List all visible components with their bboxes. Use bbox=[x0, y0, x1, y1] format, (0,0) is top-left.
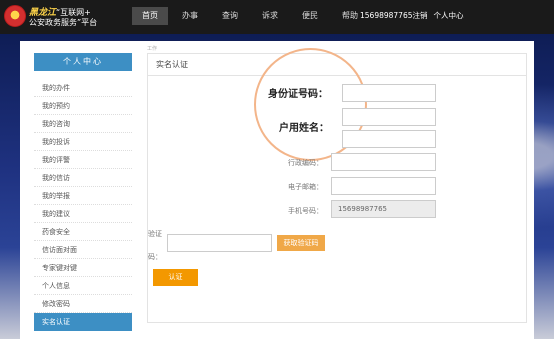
personal-center-link[interactable]: 个人中心 bbox=[434, 11, 464, 20]
site-logo[interactable]: 黑龙江“互联网+ 公安政务服务”平台 bbox=[4, 4, 124, 30]
sidebar-item-my-reviews[interactable]: 我的评警 bbox=[34, 151, 132, 169]
sidebar-item-my-cases[interactable]: 我的办件 bbox=[34, 79, 132, 97]
breadcrumb-tag: 工作 bbox=[147, 46, 158, 52]
sidebar-item-petition-face-to-face[interactable]: 信访面对面 bbox=[34, 241, 132, 259]
logout-link[interactable]: 15698987765注销 bbox=[360, 11, 428, 20]
sidebar: 个人中心 我的办件 我的预约 我的咨询 我的投诉 我的评警 我的信访 我的举报 … bbox=[34, 53, 132, 339]
sidebar-item-my-appointments[interactable]: 我的预约 bbox=[34, 97, 132, 115]
phone-label: 手机号码： bbox=[288, 207, 323, 215]
sidebar-item-my-consultations[interactable]: 我的咨询 bbox=[34, 115, 132, 133]
logo-title-rest: “互联网+ bbox=[56, 8, 91, 17]
top-navbar: 黑龙江“互联网+ 公安政务服务”平台 首页 办事 查询 诉求 便民 帮助 156… bbox=[0, 0, 554, 34]
sidebar-item-my-reports[interactable]: 我的举报 bbox=[34, 187, 132, 205]
nav-query[interactable]: 查询 bbox=[212, 7, 248, 25]
sidebar-item-my-complaints[interactable]: 我的投诉 bbox=[34, 133, 132, 151]
user-name-input[interactable] bbox=[342, 108, 436, 126]
user-name-input-2[interactable] bbox=[342, 130, 436, 148]
nav-home[interactable]: 首页 bbox=[132, 7, 168, 25]
code-label-line1: 验证 bbox=[148, 230, 162, 238]
user-area: 15698987765注销 个人中心 bbox=[360, 7, 470, 25]
verification-code-input[interactable] bbox=[167, 234, 272, 252]
code-label-line2: 码： bbox=[148, 253, 162, 261]
sidebar-item-my-suggestions[interactable]: 我的建议 bbox=[34, 205, 132, 223]
main-nav: 首页 办事 查询 诉求 便民 帮助 bbox=[132, 7, 368, 25]
sidebar-item-real-name-auth[interactable]: 实名认证 bbox=[34, 313, 132, 331]
postcode-input[interactable] bbox=[331, 153, 436, 171]
id-number-input[interactable] bbox=[342, 84, 436, 102]
nav-convenience[interactable]: 便民 bbox=[292, 7, 328, 25]
logo-title-line2: 公安政务服务”平台 bbox=[29, 18, 98, 27]
police-emblem-icon bbox=[4, 5, 26, 27]
sidebar-item-my-petitions[interactable]: 我的信访 bbox=[34, 169, 132, 187]
email-label: 电子邮箱： bbox=[288, 183, 323, 191]
sidebar-item-expert-key-to-key[interactable]: 专家键对键 bbox=[34, 259, 132, 277]
get-code-button[interactable]: 获取验证码 bbox=[277, 235, 325, 251]
nav-appeal[interactable]: 诉求 bbox=[252, 7, 288, 25]
nav-services[interactable]: 办事 bbox=[172, 7, 208, 25]
user-name-label: 户用姓名： bbox=[279, 123, 329, 134]
sidebar-item-personal-info[interactable]: 个人信息 bbox=[34, 277, 132, 295]
sidebar-title: 个人中心 bbox=[34, 53, 132, 71]
sidebar-list: 我的办件 我的预约 我的咨询 我的投诉 我的评警 我的信访 我的举报 我的建议 … bbox=[34, 79, 132, 331]
submit-button[interactable]: 认证 bbox=[153, 269, 198, 286]
phone-input: 15698987765 bbox=[331, 200, 436, 218]
postcode-label: 行政编码： bbox=[288, 159, 323, 167]
sidebar-item-food-drug-safety[interactable]: 药食安全 bbox=[34, 223, 132, 241]
sidebar-item-change-password[interactable]: 修改密码 bbox=[34, 295, 132, 313]
email-input[interactable] bbox=[331, 177, 436, 195]
id-number-label: 身份证号码： bbox=[268, 89, 328, 100]
